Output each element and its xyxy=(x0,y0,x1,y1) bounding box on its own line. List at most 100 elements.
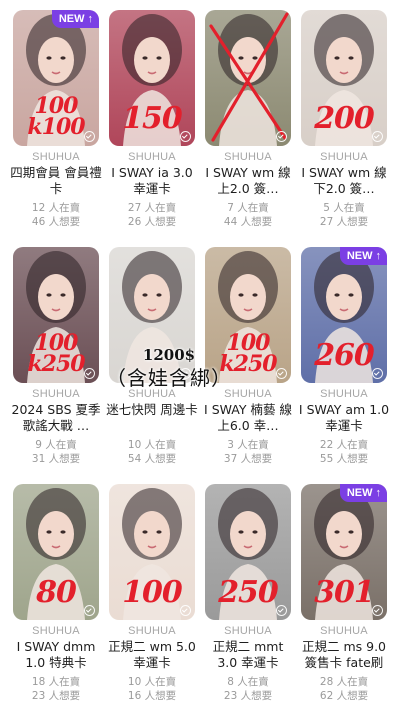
price-line: 250 xyxy=(218,575,279,610)
wanted-count: 27 人想要 xyxy=(319,216,369,228)
wanted-count: 16 人想要 xyxy=(127,690,177,702)
sellers-count: 12 人在賣 xyxy=(31,202,81,214)
handwritten-price: 100 xyxy=(113,578,191,608)
photocard-item[interactable]: NEW ↑ 260 SHUHUA I SWAY am 1.0 幸運卡 22 人在賣 55 人… xyxy=(296,247,392,484)
sellers-count: 27 人在賣 xyxy=(127,202,177,214)
price-line: 200 xyxy=(314,101,375,136)
photocard-item[interactable]: SHUHUA I SWAY wm 線上2.0 簽… 7 人在賣 44 人想要 xyxy=(200,10,296,247)
new-badge-label: NEW xyxy=(346,487,373,499)
new-badge-label: NEW xyxy=(346,250,373,262)
wanted-count: 23 人想要 xyxy=(223,690,273,702)
card-title: I SWAY ia 3.0 幸運卡 xyxy=(111,165,193,196)
price-line: 150 xyxy=(122,101,183,136)
card-photo: NEW ↑ 100 k100 xyxy=(13,10,99,146)
photocard-item[interactable]: NEW ↑ 100 k100 SHUHUA 四期會員 會員禮卡 12 人在賣 46 人想要 xyxy=(8,10,104,247)
card-photo: 100 xyxy=(109,484,195,620)
handwritten-price: 80 xyxy=(17,578,95,608)
artist-name: SHUHUA xyxy=(32,151,80,163)
sellers-count: 18 人在賣 xyxy=(31,676,81,688)
card-title: 正規二 mmt 3.0 幸運卡 xyxy=(212,639,284,670)
card-title: 正規二 wm 5.0 幸運卡 xyxy=(108,639,196,670)
wanted-count: 55 人想要 xyxy=(319,453,369,465)
card-title: I SWAY dmm 1.0 特典卡 xyxy=(16,639,96,670)
check-circle-icon xyxy=(84,605,95,616)
artist-name: SHUHUA xyxy=(32,388,80,400)
sellers-count: 5 人在賣 xyxy=(323,202,365,214)
handwritten-price: 200 xyxy=(305,104,383,134)
card-photo: NEW ↑ 260 xyxy=(301,247,387,383)
sellers-count: 7 人在賣 xyxy=(227,202,269,214)
artist-name: SHUHUA xyxy=(320,388,368,400)
photocard-item[interactable]: 150 SHUHUA I SWAY ia 3.0 幸運卡 27 人在賣 26 人想要 xyxy=(104,10,200,247)
arrow-up-icon: ↑ xyxy=(375,250,382,262)
artist-name: SHUHUA xyxy=(224,625,272,637)
card-photo xyxy=(205,10,291,146)
check-circle-icon xyxy=(372,368,383,379)
card-photo: 100 k250 xyxy=(13,247,99,383)
handwritten-price: 301 xyxy=(305,578,383,608)
card-photo: 150 xyxy=(109,10,195,146)
new-badge: NEW ↑ xyxy=(339,247,387,265)
photocard-item[interactable]: 100 SHUHUA 正規二 wm 5.0 幸運卡 10 人在賣 16 人想要 xyxy=(104,484,200,711)
new-badge-label: NEW xyxy=(58,13,85,25)
card-title: 2024 SBS 夏季歌謠大戰 … xyxy=(11,402,101,433)
artist-name: SHUHUA xyxy=(32,625,80,637)
handwritten-price: 260 xyxy=(305,341,383,371)
card-photo: 80 xyxy=(13,484,99,620)
wanted-count: 46 人想要 xyxy=(31,216,81,228)
check-circle-icon xyxy=(180,605,191,616)
photocard-item[interactable]: 250 SHUHUA 正規二 mmt 3.0 幸運卡 8 人在賣 23 人想要 xyxy=(200,484,296,711)
sellers-count: 10 人在賣 xyxy=(127,676,177,688)
handwritten-price: 100 k250 xyxy=(17,332,95,375)
wanted-count: 44 人想要 xyxy=(223,216,273,228)
photocard-item[interactable]: 80 SHUHUA I SWAY dmm 1.0 特典卡 18 人在賣 23 人想要 xyxy=(8,484,104,711)
artist-name: SHUHUA xyxy=(224,151,272,163)
arrow-up-icon: ↑ xyxy=(375,487,382,499)
sellers-count: 28 人在賣 xyxy=(319,676,369,688)
handwritten-price: 100 k100 xyxy=(17,95,95,138)
wanted-count: 54 人想要 xyxy=(127,453,177,465)
price-line: 80 xyxy=(36,575,77,610)
wanted-count: 37 人想要 xyxy=(223,453,273,465)
handwritten-note: 1200$ （含娃含綁） xyxy=(94,346,244,391)
check-circle-icon xyxy=(276,131,287,142)
price-line: 260 xyxy=(314,338,375,373)
handwritten-price: 250 xyxy=(209,578,287,608)
wanted-count: 62 人想要 xyxy=(319,690,369,702)
photocard-item[interactable]: 200 SHUHUA I SWAY wm 線下2.0 簽… 5 人在賣 27 人想要 xyxy=(296,10,392,247)
wanted-count: 23 人想要 xyxy=(31,690,81,702)
card-title: I SWAY wm 線上2.0 簽… xyxy=(205,165,291,196)
check-circle-icon xyxy=(276,368,287,379)
sellers-count: 8 人在賣 xyxy=(227,676,269,688)
price-line: 301 xyxy=(314,575,375,610)
check-circle-icon xyxy=(372,605,383,616)
card-photo: 200 xyxy=(301,10,387,146)
sellers-count: 9 人在賣 xyxy=(35,439,77,451)
card-title: I SWAY wm 線下2.0 簽… xyxy=(301,165,387,196)
handwritten-price: 150 xyxy=(113,104,191,134)
sellers-count: 10 人在賣 xyxy=(127,439,177,451)
card-photo: NEW ↑ 301 xyxy=(301,484,387,620)
note-includes: （含娃含綁） xyxy=(106,366,232,390)
card-title: 迷七快閃 周邊卡 xyxy=(106,402,198,417)
new-badge: NEW ↑ xyxy=(339,484,387,502)
check-circle-icon xyxy=(84,131,95,142)
card-photo: 250 xyxy=(205,484,291,620)
artist-name: SHUHUA xyxy=(320,151,368,163)
check-circle-icon xyxy=(276,605,287,616)
artist-name: SHUHUA xyxy=(320,625,368,637)
card-title: I SWAY 楠藝 線上6.0 幸… xyxy=(204,402,292,433)
artist-name: SHUHUA xyxy=(128,625,176,637)
photocard-item[interactable]: 100 k250 SHUHUA 2024 SBS 夏季歌謠大戰 … 9 人在賣 31 人想… xyxy=(8,247,104,484)
check-circle-icon xyxy=(372,131,383,142)
card-title: I SWAY am 1.0 幸運卡 xyxy=(298,402,390,433)
artist-name: SHUHUA xyxy=(128,151,176,163)
card-title: 正規二 ms 9.0 簽售卡 fate刷 xyxy=(301,639,386,670)
wanted-count: 31 人想要 xyxy=(31,453,81,465)
sellers-count: 22 人在賣 xyxy=(319,439,369,451)
wanted-count: 26 人想要 xyxy=(127,216,177,228)
photocard-item[interactable]: NEW ↑ 301 SHUHUA 正規二 ms 9.0 簽售卡 fate刷 28 人在賣 6… xyxy=(296,484,392,711)
arrow-up-icon: ↑ xyxy=(87,13,94,25)
check-circle-icon xyxy=(180,131,191,142)
new-badge: NEW ↑ xyxy=(51,10,99,28)
